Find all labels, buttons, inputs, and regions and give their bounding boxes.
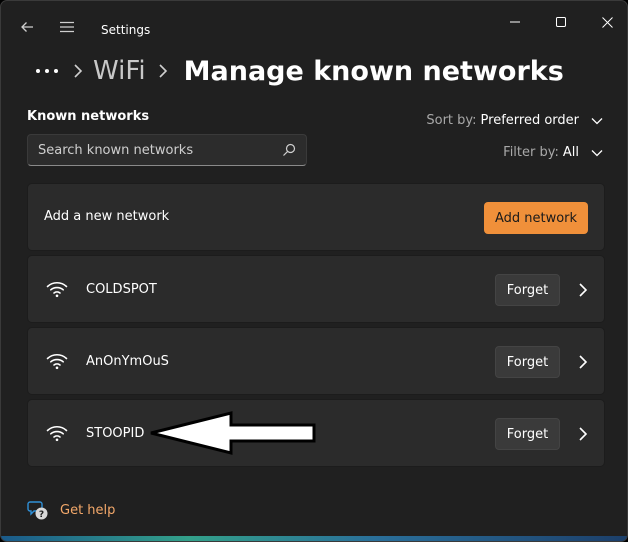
sort-value: Preferred order xyxy=(480,113,579,128)
filter-label: Filter by: xyxy=(503,145,559,160)
breadcrumb: WiFi Manage known networks xyxy=(33,51,564,91)
add-network-card: Add a new network Add network xyxy=(27,183,605,251)
maximize-icon xyxy=(556,17,566,27)
get-help-link[interactable]: ? Get help xyxy=(27,499,115,521)
search-icon xyxy=(283,143,296,156)
navigation-menu-button[interactable] xyxy=(53,13,81,41)
network-item-coldspot[interactable]: COLDSPOT Forget xyxy=(27,255,605,323)
network-name: AnOnYmOuS xyxy=(86,354,169,369)
network-item-anonymous[interactable]: AnOnYmOuS Forget xyxy=(27,327,605,395)
search-input[interactable]: Search known networks xyxy=(27,134,307,166)
breadcrumb-overflow-button[interactable] xyxy=(33,59,61,83)
wifi-icon xyxy=(46,281,68,298)
chevron-down-icon xyxy=(591,149,603,156)
add-network-label: Add a new network xyxy=(44,209,170,224)
chevron-down-icon xyxy=(591,117,603,124)
breadcrumb-separator xyxy=(150,59,176,83)
add-network-button[interactable]: Add network xyxy=(484,202,588,234)
forget-button[interactable]: Forget xyxy=(495,274,560,306)
close-icon xyxy=(601,16,613,28)
chevron-right-icon[interactable] xyxy=(576,282,590,298)
forget-button[interactable]: Forget xyxy=(495,418,560,450)
minimize-icon xyxy=(510,21,520,23)
close-button[interactable] xyxy=(592,9,622,35)
chevron-right-icon[interactable] xyxy=(576,354,590,370)
filter-dropdown[interactable]: Filter by: All xyxy=(503,145,603,160)
breadcrumb-separator xyxy=(65,59,91,83)
network-name: STOOPID xyxy=(86,426,145,441)
chevron-right-icon xyxy=(74,64,83,78)
settings-window: Settings WiFi Manage known networks Know… xyxy=(0,0,628,542)
sort-label: Sort by: xyxy=(426,113,477,128)
breadcrumb-wifi-link[interactable]: WiFi xyxy=(93,56,146,86)
back-arrow-icon xyxy=(21,22,33,32)
chevron-right-icon xyxy=(159,64,167,78)
get-help-label: Get help xyxy=(60,502,116,518)
section-title: Known networks xyxy=(27,109,150,124)
network-name: COLDSPOT xyxy=(86,282,157,297)
annotation-arrow-icon xyxy=(150,411,316,455)
wifi-icon xyxy=(46,425,68,442)
help-icon: ? xyxy=(27,501,48,520)
search-placeholder: Search known networks xyxy=(38,142,194,158)
chevron-right-icon[interactable] xyxy=(576,426,590,442)
filter-value: All xyxy=(562,145,579,160)
sort-dropdown[interactable]: Sort by: Preferred order xyxy=(426,113,603,128)
more-icon xyxy=(36,69,58,73)
back-button[interactable] xyxy=(13,13,41,41)
bottom-accent-glow xyxy=(1,536,627,541)
svg-text:?: ? xyxy=(39,510,44,520)
forget-button[interactable]: Forget xyxy=(495,346,560,378)
hamburger-icon xyxy=(60,21,74,33)
minimize-button[interactable] xyxy=(500,9,530,35)
maximize-button[interactable] xyxy=(546,9,576,35)
page-title: Manage known networks xyxy=(183,55,564,87)
wifi-icon xyxy=(46,353,68,370)
window-title: Settings xyxy=(101,23,151,37)
